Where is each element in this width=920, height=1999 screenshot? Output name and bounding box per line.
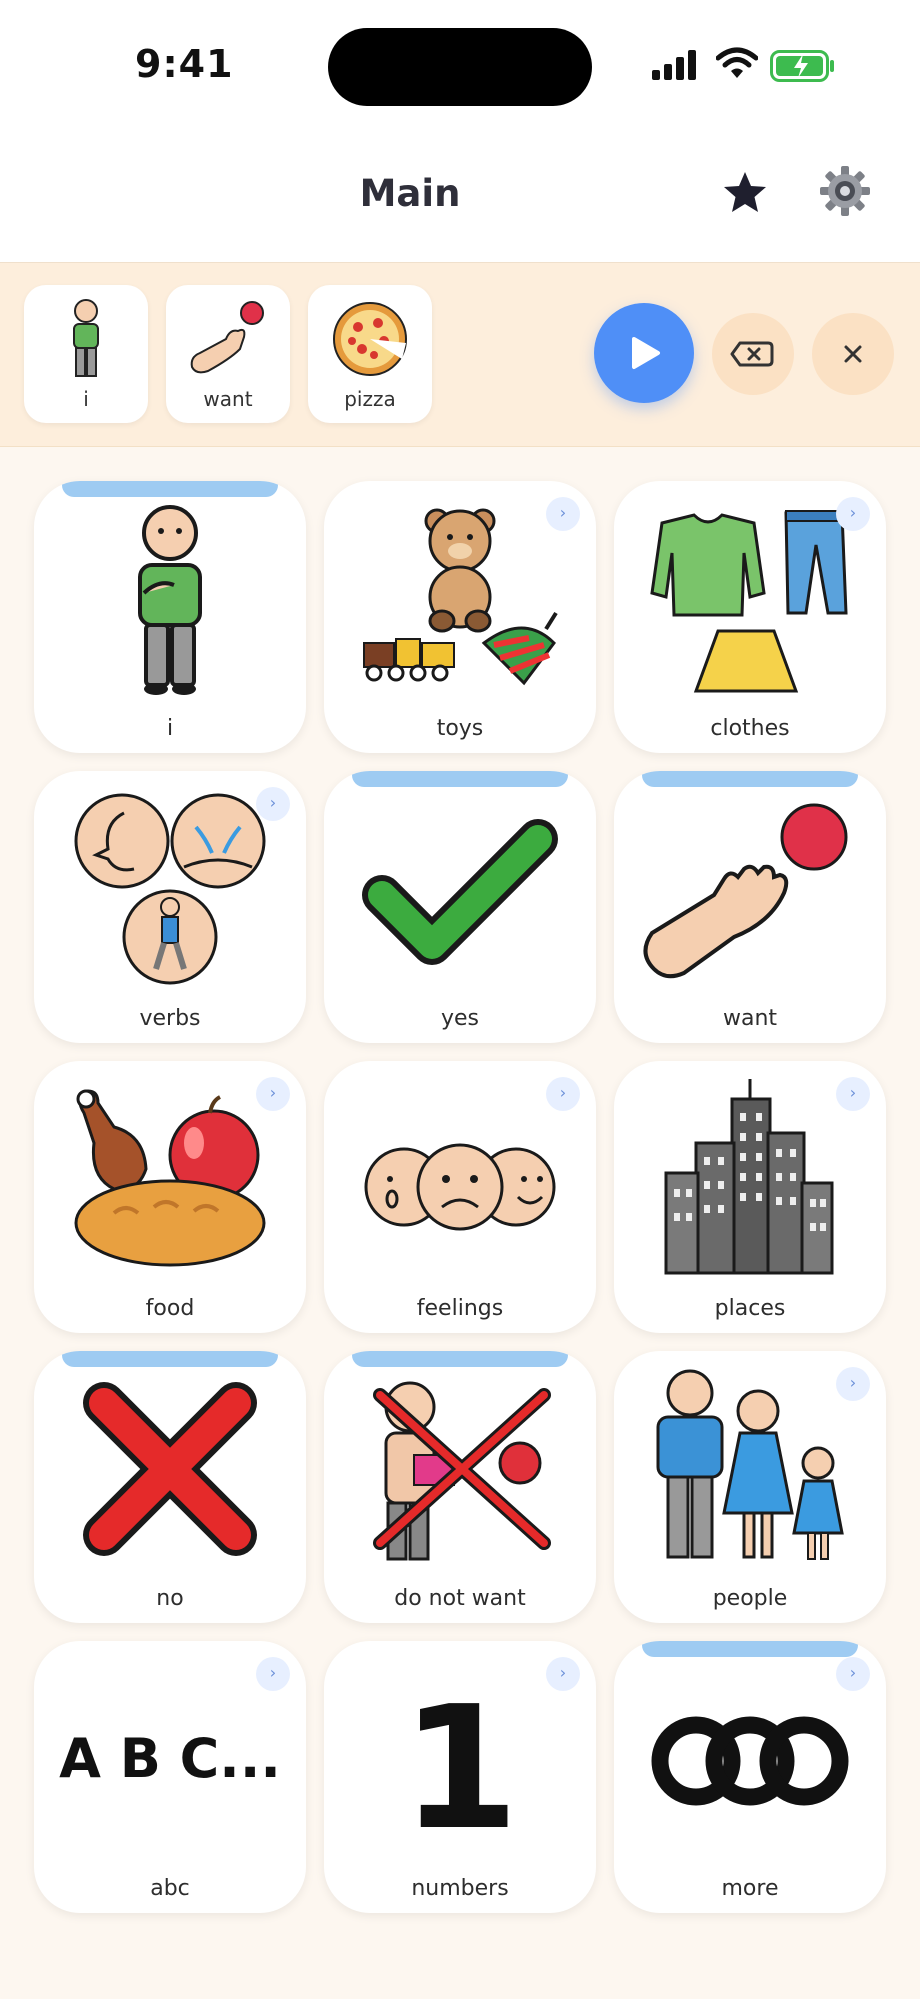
tile-label: want <box>722 1006 778 1031</box>
star-icon[interactable] <box>720 168 770 218</box>
tile-label: verbs <box>139 1006 201 1031</box>
folder-chevron-icon: › <box>836 1367 870 1401</box>
tile-label: no <box>156 1586 184 1611</box>
tile-label: places <box>714 1296 786 1321</box>
pizza-icon <box>333 302 407 376</box>
tile-verbs[interactable]: › verbs <box>34 771 306 1043</box>
tile-people[interactable]: › people <box>614 1351 886 1623</box>
cellular-signal-icon <box>652 50 696 80</box>
top-navigation-bar: Main <box>0 130 920 263</box>
tile-label: yes <box>440 1006 480 1031</box>
folder-chevron-icon: › <box>256 787 290 821</box>
tile-do-not-want[interactable]: do not want <box>324 1351 596 1623</box>
tile-no[interactable]: no <box>34 1351 306 1623</box>
reach-hand-icon <box>190 301 264 374</box>
sentence-word-label: want <box>203 387 253 411</box>
tile-label: numbers <box>411 1876 509 1901</box>
tile-feelings[interactable]: › feelings <box>324 1061 596 1333</box>
dynamic-island <box>328 28 592 106</box>
vocabulary-grid: i › toys › clothes › verbs yes want › fo… <box>0 447 920 1999</box>
cross-icon <box>83 1382 257 1556</box>
folder-chevron-icon: › <box>546 497 580 531</box>
sentence-word-i[interactable]: i <box>24 285 148 423</box>
tile-abc[interactable]: A B C... › abc <box>34 1641 306 1913</box>
reach-hand-icon <box>643 803 848 979</box>
sentence-strip: i want pizza <box>0 263 920 447</box>
sentence-word-want[interactable]: want <box>166 285 290 423</box>
folder-chevron-icon: › <box>546 1657 580 1691</box>
tile-food[interactable]: › food <box>34 1061 306 1333</box>
folder-chevron-icon: › <box>836 1077 870 1111</box>
folder-chevron-icon: › <box>546 1077 580 1111</box>
battery-charging-icon <box>770 50 834 82</box>
tile-label: toys <box>436 716 484 741</box>
tile-label: more <box>721 1876 779 1901</box>
sentence-word-pizza[interactable]: pizza <box>308 285 432 423</box>
person-icon <box>138 505 202 695</box>
tile-label: abc <box>150 1876 190 1901</box>
close-icon <box>844 345 862 363</box>
folder-chevron-icon: › <box>256 1657 290 1691</box>
play-icon <box>632 337 660 369</box>
check-icon <box>362 819 558 965</box>
tile-label: food <box>145 1296 195 1321</box>
wifi-icon <box>716 47 758 78</box>
person-icon <box>73 299 99 377</box>
sentence-word-label: pizza <box>344 387 396 411</box>
status-bar: 9:41 <box>0 0 920 130</box>
letters-art-text: A B C... <box>59 1727 281 1790</box>
backspace-button[interactable] <box>712 313 794 395</box>
sentence-word-label: i <box>83 387 89 411</box>
page-title: Main <box>359 172 461 215</box>
tile-label: people <box>712 1586 788 1611</box>
speak-play-button[interactable] <box>594 303 694 403</box>
tile-label: feelings <box>416 1296 504 1321</box>
folder-chevron-icon: › <box>836 497 870 531</box>
tile-yes[interactable]: yes <box>324 771 596 1043</box>
tile-toys[interactable]: › toys <box>324 481 596 753</box>
clear-sentence-button[interactable] <box>812 313 894 395</box>
folder-chevron-icon: › <box>836 1657 870 1691</box>
tile-label: clothes <box>710 716 790 741</box>
settings-gear-icon[interactable] <box>818 164 872 218</box>
clock: 9:41 <box>135 42 234 86</box>
tile-places[interactable]: › places <box>614 1061 886 1333</box>
tile-clothes[interactable]: › clothes <box>614 481 886 753</box>
tile-numbers[interactable]: 1 › numbers <box>324 1641 596 1913</box>
tile-i[interactable]: i <box>34 481 306 753</box>
backspace-icon <box>730 341 774 367</box>
tile-label: i <box>166 716 174 741</box>
refuse-icon <box>373 1381 551 1561</box>
number-art-text: 1 <box>401 1670 519 1863</box>
tile-label: do not want <box>394 1586 526 1611</box>
folder-chevron-icon: › <box>256 1077 290 1111</box>
tile-want[interactable]: want <box>614 771 886 1043</box>
tile-more[interactable]: › more <box>614 1641 886 1913</box>
